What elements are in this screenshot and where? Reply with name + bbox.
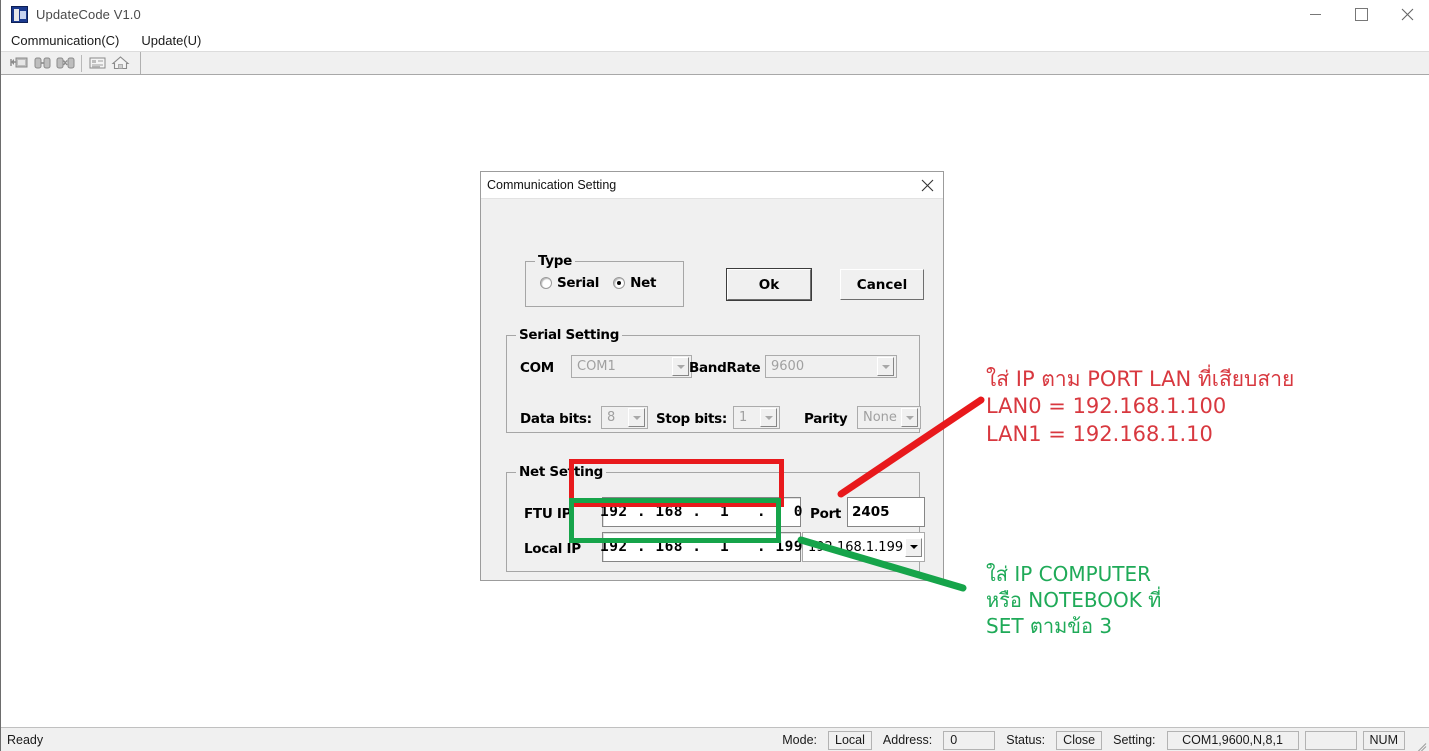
chevron-down-icon[interactable] <box>760 408 777 427</box>
port-label: Port <box>810 506 842 522</box>
status-label: Status: <box>1006 733 1046 747</box>
dialog-title: Communication Setting <box>487 178 617 192</box>
radio-net-label: Net <box>630 275 657 291</box>
databits-select[interactable]: 8 <box>601 406 648 429</box>
bandrate-select[interactable]: 9600 <box>765 355 897 378</box>
serial-setting-group: Serial Setting COM COM1 BandRate 9600 Da… <box>506 327 921 433</box>
communication-setting-dialog: Communication Setting Type Serial Net Ok… <box>480 171 944 581</box>
dialog-close-icon[interactable] <box>915 174 939 196</box>
radio-net[interactable]: Net <box>613 275 656 291</box>
mode-label: Mode: <box>782 733 818 747</box>
com-label: COM <box>520 360 554 376</box>
dialog-body: Type Serial Net Ok Cancel Serial Setting… <box>481 199 943 581</box>
cancel-button[interactable]: Cancel <box>840 269 924 300</box>
net-setting-group: Net Setting FTU IP 192 . 168 . 1 . 0 Por… <box>506 464 925 572</box>
radio-net-dot <box>613 277 626 289</box>
chevron-down-icon[interactable] <box>901 408 918 427</box>
maximize-button[interactable] <box>1338 0 1384 29</box>
mode-value: Local <box>828 730 872 750</box>
num-indicator: NUM <box>1362 730 1405 750</box>
ok-button[interactable]: Ok <box>726 268 812 301</box>
home-icon[interactable] <box>109 52 132 74</box>
ftu-ip-value: 192 . 168 . 1 . 0 <box>599 504 804 520</box>
serial-setting-label: Serial Setting <box>516 327 623 343</box>
local-ip-input[interactable]: 192 . 168 . 1 . 199 <box>599 532 804 562</box>
chevron-down-icon[interactable] <box>628 408 645 427</box>
green-annotation-text: ใส่ IP COMPUTER หรือ NOTEBOOK ที่ SET ตา… <box>986 562 1162 638</box>
chevron-down-icon[interactable] <box>905 537 922 557</box>
status-value: Close <box>1056 730 1103 750</box>
close-button[interactable] <box>1384 0 1429 29</box>
ftu-ip-label: FTU IP <box>524 506 572 522</box>
minimize-button[interactable] <box>1292 0 1338 29</box>
stopbits-value: 1 <box>739 410 748 425</box>
type-group-label: Type <box>535 253 576 269</box>
chevron-down-icon[interactable] <box>877 357 894 376</box>
application-window: UpdateCode V1.0 Communication(C) Update(… <box>0 0 1429 751</box>
setting-label: Setting: <box>1113 733 1156 747</box>
com-value: COM1 <box>577 359 616 374</box>
toolbar-separator <box>81 54 82 72</box>
address-label: Address: <box>882 733 933 747</box>
radio-serial-label: Serial <box>557 275 600 291</box>
port-value: 2405 <box>852 504 890 520</box>
window-title: UpdateCode V1.0 <box>36 7 141 22</box>
parity-label: Parity <box>804 411 848 427</box>
parity-select[interactable]: None <box>857 406 921 429</box>
local-ip-value: 192 . 168 . 1 . 199 <box>599 539 804 555</box>
app-icon <box>11 6 28 23</box>
port-input[interactable]: 2405 <box>847 497 925 527</box>
type-radio-row: Serial Net <box>540 275 656 291</box>
databits-value: 8 <box>607 410 616 425</box>
menu-item-update[interactable]: Update(U) <box>141 33 201 48</box>
stopbits-label: Stop bits: <box>656 411 727 427</box>
resize-grip-icon[interactable] <box>1412 733 1426 747</box>
window-controls <box>1292 0 1429 29</box>
parity-value: None <box>863 410 897 425</box>
chevron-down-icon[interactable] <box>672 357 689 376</box>
ftu-ip-input[interactable]: 192 . 168 . 1 . 0 <box>599 497 804 527</box>
bandrate-value: 9600 <box>771 359 805 374</box>
menu-bar: Communication(C) Update(U) <box>1 29 1429 51</box>
local-ip-select[interactable]: 192.168.1.199 <box>802 532 925 562</box>
com-select[interactable]: COM1 <box>571 355 692 378</box>
dialog-title-bar: Communication Setting <box>481 172 943 199</box>
report-icon[interactable] <box>86 52 109 74</box>
status-panes: Mode: Local Address: 0 Status: Close Set… <box>774 728 1426 751</box>
local-ip-combo-value: 192.168.1.199 <box>808 539 904 555</box>
link-disconnect-icon[interactable] <box>54 52 77 74</box>
radio-serial[interactable]: Serial <box>540 275 599 291</box>
status-ready-text: Ready <box>7 733 44 747</box>
setting-value: COM1,9600,N,8,1 <box>1166 730 1299 750</box>
extra-pane <box>1304 730 1357 750</box>
title-bar: UpdateCode V1.0 <box>1 0 1429 29</box>
toolbar <box>1 51 1429 75</box>
status-bar: Ready Mode: Local Address: 0 Status: Clo… <box>1 727 1429 751</box>
link-connect-icon[interactable] <box>31 52 54 74</box>
red-annotation-text: ใส่ IP ตาม PORT LAN ที่เสียบสาย LAN0 = 1… <box>986 367 1295 446</box>
bandrate-label: BandRate <box>689 360 761 376</box>
radio-serial-dot <box>540 277 552 289</box>
stopbits-select[interactable]: 1 <box>733 406 780 429</box>
local-ip-label: Local IP <box>524 541 581 557</box>
toolbar-end-separator <box>140 52 141 74</box>
menu-item-communication[interactable]: Communication(C) <box>11 33 119 48</box>
connect-icon[interactable] <box>8 52 31 74</box>
net-setting-label: Net Setting <box>516 464 606 480</box>
databits-label: Data bits: <box>520 411 592 427</box>
address-value: 0 <box>943 730 996 750</box>
type-group: Type Serial Net <box>525 253 684 307</box>
